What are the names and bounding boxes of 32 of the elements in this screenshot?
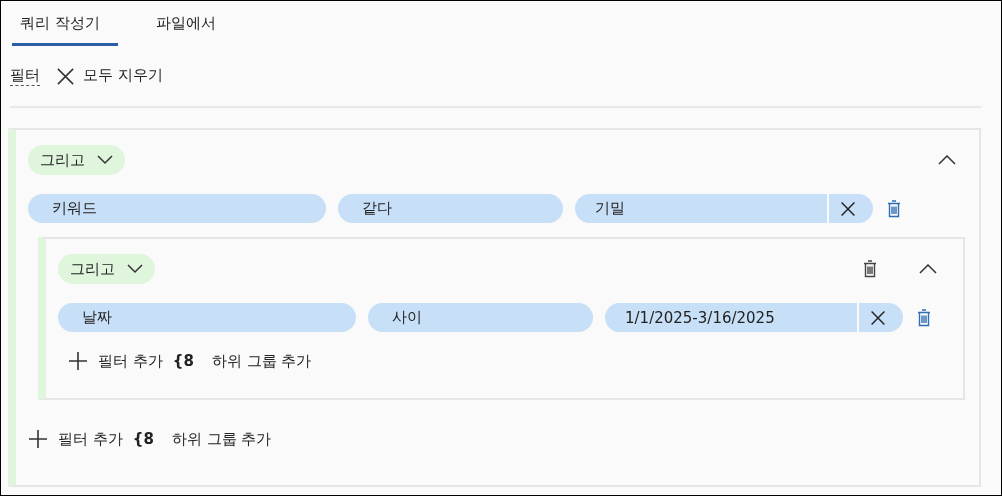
add-subgroup-button[interactable]: 하위 그룹 추가 [171,429,272,449]
close-icon [840,200,856,217]
add-filter-button[interactable]: 필터 추가 [68,351,163,371]
plus-icon [28,429,48,449]
delete-icon[interactable] [863,260,877,278]
operator-dropdown[interactable]: 그리고 [58,254,155,284]
value-field[interactable]: 기밀 [575,194,827,223]
operator-field[interactable]: 같다 [338,194,563,223]
plus-icon [68,351,88,371]
filter-label: 필터 [10,66,40,86]
broken-glyph: {8 [172,352,194,370]
clear-value-button[interactable] [829,194,873,223]
chevron-up-icon [919,264,937,274]
broken-glyph: {8 [132,430,154,448]
field-dropdown[interactable]: 키워드 [28,194,326,223]
close-icon [870,309,886,326]
clear-value-button[interactable] [859,303,903,332]
tab[interactable]: 파일에서 [148,14,254,46]
operator-dropdown[interactable]: 그리고 [28,145,125,175]
clear-all-button[interactable]: 모두 지우기 [56,66,163,86]
operator-field[interactable]: 사이 [368,303,593,332]
chevron-up-icon [938,155,956,165]
add-subgroup-button[interactable]: 하위 그룹 추가 [211,351,312,371]
delete-icon[interactable] [887,199,901,218]
delete-icon[interactable] [917,308,931,327]
chevron-down-icon [97,155,113,165]
chevron-down-icon [127,264,143,274]
tab[interactable]: 쿼리 작성기 [12,14,118,46]
close-icon [56,66,75,86]
add-filter-button[interactable]: 필터 추가 [28,429,123,449]
value-field[interactable]: 1/1/2025-3/16/2025 [605,303,857,332]
field-dropdown[interactable]: 날짜 [58,303,356,332]
